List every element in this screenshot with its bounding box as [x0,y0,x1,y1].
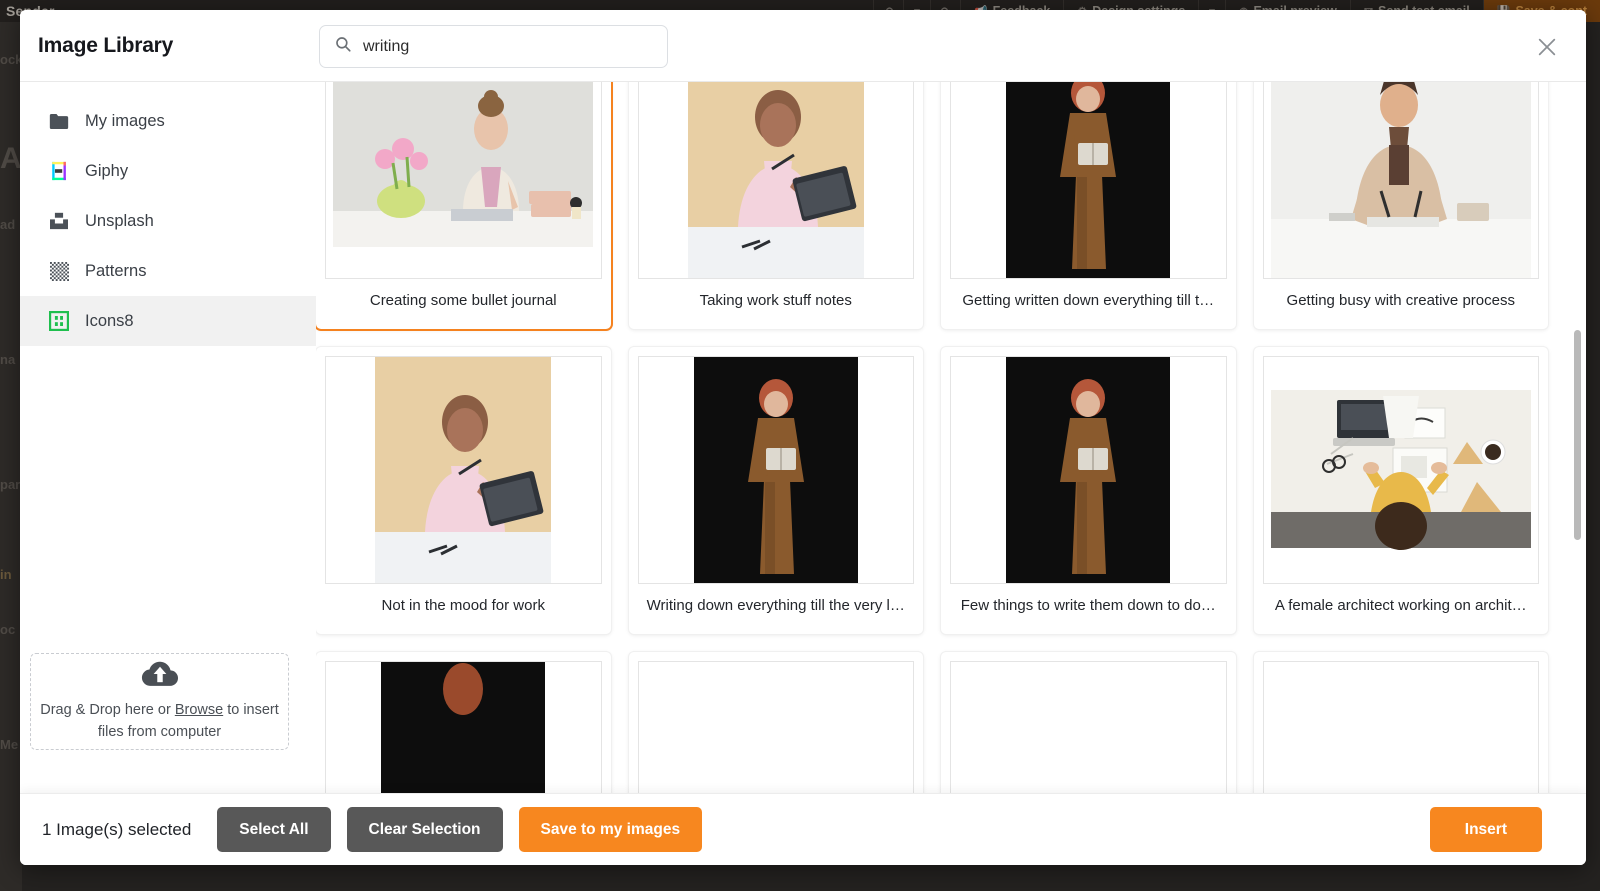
image-library-modal: Image Library My images [20,10,1586,865]
image-card[interactable]: Creating some bullet journal [316,82,611,329]
image-caption: Getting written down everything till t… [962,292,1215,309]
bg-fragment: Me [0,737,19,752]
image-thumbnail[interactable] [950,82,1227,279]
select-all-button[interactable]: Select All [217,807,331,852]
grid-scrollbar-thumb[interactable] [1574,330,1581,540]
image-thumbnail[interactable] [1262,356,1539,584]
bg-fragment: in [0,567,12,582]
image-card[interactable] [628,652,923,793]
image-caption: Not in the mood for work [381,597,545,614]
image-thumbnail[interactable] [325,82,602,279]
image-card[interactable]: Getting busy with creative process [1253,82,1548,329]
close-button[interactable] [1534,34,1560,60]
image-card[interactable] [316,652,611,793]
sidebar-item-label: My images [85,111,165,130]
image-thumbnail[interactable] [1262,661,1539,793]
folder-icon [48,110,70,132]
image-thumbnail[interactable] [1262,82,1539,279]
image-card[interactable]: Writing down everything till the very l… [628,347,923,634]
insert-button[interactable]: Insert [1429,807,1542,852]
unsplash-icon [48,210,70,232]
image-card[interactable]: Not in the mood for work [316,347,611,634]
file-upload-dropzone[interactable]: Drag & Drop here or Browse to insert fil… [30,653,289,750]
image-caption: A female architect working on archit… [1274,597,1527,614]
image-thumbnail[interactable] [325,661,602,793]
background-left-edge: ock A ad na par in oc Me [0,22,22,891]
image-card[interactable]: Few things to write them down to do… [941,347,1236,634]
image-grid-area: Creating some bullet journal Taking work… [316,82,1586,793]
giphy-icon [48,160,70,182]
sidebar-item-unsplash[interactable]: Unsplash [20,196,316,246]
bg-fragment: ock [0,52,22,67]
image-thumbnail[interactable] [950,356,1227,584]
image-card[interactable]: A female architect working on archit… [1253,347,1548,634]
image-card[interactable]: Getting written down everything till t… [941,82,1236,329]
bg-fragment: na [0,352,16,367]
upload-instructions: Drag & Drop here or Browse to insert fil… [31,699,288,744]
modal-footer: 1 Image(s) selected Select All Clear Sel… [20,793,1586,865]
sidebar-item-label: Giphy [85,161,129,180]
image-caption: Creating some bullet journal [369,292,557,309]
icons8-icon [48,310,70,332]
image-thumbnail[interactable] [637,82,914,279]
bg-fragment: par [0,477,21,492]
image-caption: Few things to write them down to do… [960,597,1216,614]
bg-fragment: oc [0,622,16,637]
image-card[interactable] [941,652,1236,793]
sidebar-item-label: Unsplash [85,211,154,230]
sidebar-item-label: Icons8 [85,311,134,330]
sidebar-item-my-images[interactable]: My images [20,96,316,146]
search-input[interactable] [363,37,653,56]
image-thumbnail[interactable] [950,661,1227,793]
save-to-my-images-button[interactable]: Save to my images [518,807,703,852]
image-card[interactable]: Taking work stuff notes [628,82,923,329]
image-thumbnail[interactable] [637,356,914,584]
sidebar-item-icons8[interactable]: Icons8 [20,296,316,346]
image-caption: Taking work stuff notes [699,292,852,309]
sidebar-item-giphy[interactable]: Giphy [20,146,316,196]
image-grid: Creating some bullet journal Taking work… [316,82,1568,793]
selection-count-label: 1 Image(s) selected [42,819,192,839]
image-caption: Writing down everything till the very l… [646,597,905,614]
sidebar-item-label: Patterns [85,261,147,280]
image-thumbnail[interactable] [325,356,602,584]
grid-scrollbar[interactable] [1573,90,1582,785]
patterns-icon [48,260,70,282]
bg-fragment: A [0,142,22,175]
bg-fragment: ad [0,217,16,232]
modal-header: Image Library [20,10,1586,82]
image-card[interactable] [1253,652,1548,793]
page-title: Image Library [38,33,174,57]
search-field[interactable] [319,25,668,68]
sidebar-item-patterns[interactable]: Patterns [20,246,316,296]
search-icon [334,35,352,58]
cloud-upload-icon [140,660,180,693]
image-thumbnail[interactable] [637,661,914,793]
image-caption: Getting busy with creative process [1286,292,1515,309]
modal-body: My images Giphy Unsplash Patterns Icons8… [20,82,1586,793]
browse-link[interactable]: Browse [175,702,223,718]
sidebar: My images Giphy Unsplash Patterns Icons8… [20,82,316,793]
upload-text-before: Drag & Drop here or [40,701,175,718]
clear-selection-button[interactable]: Clear Selection [346,807,503,852]
